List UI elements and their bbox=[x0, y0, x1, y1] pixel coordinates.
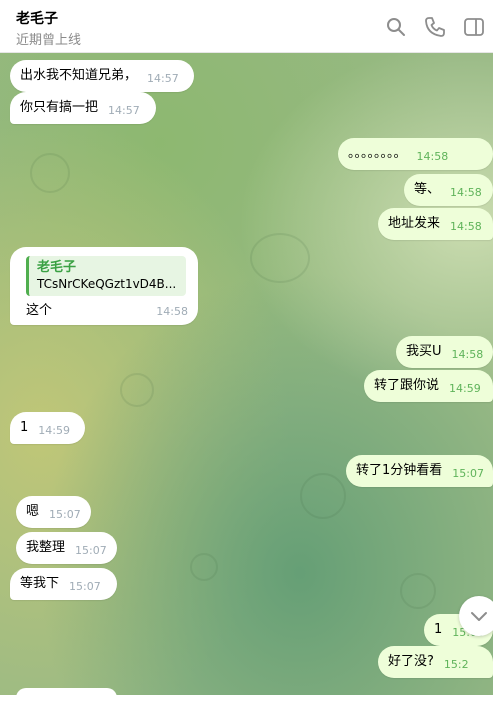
message-time: 15:2 bbox=[443, 658, 469, 671]
message-time: 14:59 bbox=[449, 382, 481, 395]
message-time: 15:07 bbox=[49, 508, 81, 521]
message-time: 15:07 bbox=[69, 580, 101, 593]
message-time: 14:57 bbox=[108, 104, 140, 117]
message-in[interactable]: 1 14:59 bbox=[10, 412, 85, 444]
message-out[interactable]: 转了1分钟看看 15:07 bbox=[346, 455, 493, 487]
message-time: 15:07 bbox=[75, 544, 107, 557]
message-time: 14:57 bbox=[147, 72, 179, 85]
chevron-down-icon bbox=[471, 612, 487, 621]
message-in[interactable]: 嗯 15:07 bbox=[16, 496, 91, 528]
message-time: 14:58 bbox=[450, 186, 482, 199]
message-out[interactable]: 。。。。。。。。 14:58 bbox=[338, 138, 493, 170]
message-in[interactable]: 我整理 15:07 bbox=[16, 532, 117, 564]
doodle-decoration bbox=[30, 153, 70, 193]
message-text: 我整理 bbox=[26, 540, 66, 555]
message-time: 14:58 bbox=[451, 348, 484, 361]
doodle-decoration bbox=[400, 573, 436, 609]
message-text: 1 bbox=[20, 420, 29, 435]
doodle-decoration bbox=[190, 553, 218, 581]
quoted-text: TCsNrCKeQGzt1vD4B... bbox=[37, 277, 177, 291]
message-text: 这个 bbox=[26, 303, 53, 318]
message-text: 1 bbox=[434, 622, 443, 637]
message-out[interactable]: 转了跟你说 14:59 bbox=[364, 370, 493, 402]
message-out[interactable]: 地址发来 14:58 bbox=[378, 208, 493, 240]
quoted-message[interactable]: 老毛子 TCsNrCKeQGzt1vD4B... bbox=[26, 256, 186, 296]
doodle-decoration bbox=[120, 373, 154, 407]
chat-status: 近期曾上线 bbox=[16, 33, 82, 48]
message-in[interactable]: 等我下 15:07 bbox=[10, 568, 117, 600]
chat-header: 老毛子 近期曾上线 bbox=[0, 0, 493, 53]
message-out[interactable]: 等、 14:58 bbox=[404, 174, 493, 206]
message-text: 地址发来 bbox=[388, 216, 441, 231]
message-text: 我买U bbox=[406, 344, 442, 359]
message-text: 等、 bbox=[414, 182, 441, 197]
message-time: 14:58 bbox=[156, 305, 188, 318]
phone-icon[interactable] bbox=[423, 15, 447, 39]
message-text: 嗯 bbox=[26, 504, 40, 519]
message-text: 转了跟你说 bbox=[374, 378, 440, 393]
message-time: 14:59 bbox=[38, 424, 70, 437]
message-text: 。。。。。。。。 bbox=[348, 146, 407, 161]
message-text: 转了1分钟看看 bbox=[356, 463, 443, 478]
reply-message[interactable]: 老毛子 TCsNrCKeQGzt1vD4B... 这个 14:58 bbox=[10, 247, 198, 325]
message-text: 你只有搞一把 bbox=[20, 100, 99, 115]
doodle-decoration bbox=[250, 233, 310, 283]
message-text: 出水我不知道兄弟， bbox=[20, 68, 138, 83]
sidebar-toggle-icon[interactable] bbox=[462, 15, 486, 39]
message-time: 14:58 bbox=[450, 220, 482, 233]
search-icon[interactable] bbox=[384, 15, 408, 39]
chat-title[interactable]: 老毛子 bbox=[16, 8, 58, 28]
composer-bar[interactable] bbox=[0, 695, 493, 707]
message-in[interactable]: 出水我不知道兄弟， 14:57 bbox=[10, 60, 194, 92]
message-time: 14:58 bbox=[416, 150, 449, 163]
doodle-decoration bbox=[300, 473, 346, 519]
message-text: 好了没? bbox=[388, 654, 434, 669]
scroll-down-button[interactable] bbox=[459, 596, 493, 636]
message-out[interactable]: 我买U 14:58 bbox=[396, 336, 493, 368]
message-in[interactable]: 你只有搞一把 14:57 bbox=[10, 92, 156, 124]
message-text: 等我下 bbox=[20, 576, 60, 591]
message-out[interactable]: 好了没? 15:2 bbox=[378, 646, 493, 678]
quoted-sender: 老毛子 bbox=[37, 260, 77, 275]
message-time: 15:07 bbox=[452, 467, 484, 480]
